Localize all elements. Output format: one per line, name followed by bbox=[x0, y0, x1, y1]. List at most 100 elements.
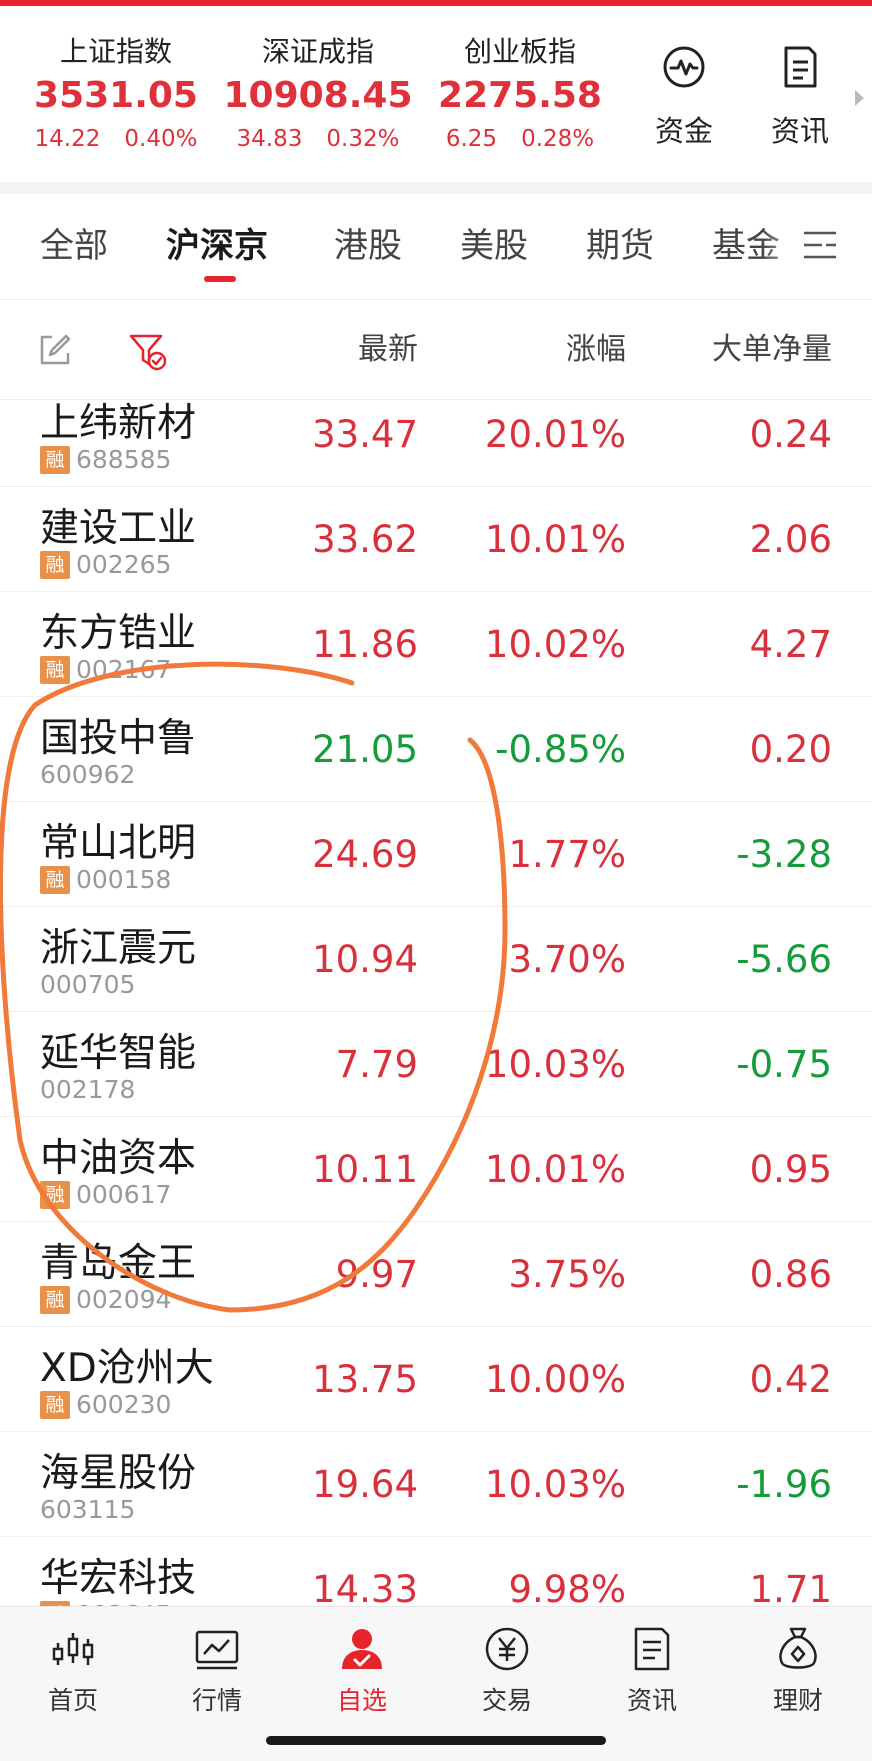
section-gap bbox=[0, 182, 872, 194]
stock-name: 常山北明 bbox=[40, 821, 197, 866]
stock-code: 002265 bbox=[76, 550, 172, 579]
stock-change-pct: 10.03% bbox=[484, 1463, 626, 1506]
margin-badge: 融 bbox=[40, 866, 70, 894]
table-row[interactable]: 华宏科技融00264514.339.98%1.71 bbox=[0, 1537, 872, 1606]
stock-list[interactable]: 上纬新材融 688585 33.47 20.01% 0.24 建设工业融 002265 33.… bbox=[0, 400, 872, 1606]
stock-code-line: 600962 bbox=[40, 761, 135, 789]
index-change: 14.22 bbox=[34, 126, 101, 152]
index-name: 上证指数 bbox=[59, 35, 172, 68]
nav-market[interactable]: 行情 bbox=[157, 1625, 277, 1717]
index-change: 34.83 bbox=[236, 126, 303, 152]
column-latest[interactable]: 最新 bbox=[358, 300, 418, 400]
stock-price: 7.79 bbox=[335, 1043, 418, 1086]
stock-price: 10.11 bbox=[312, 1148, 418, 1191]
table-row[interactable]: 青岛金王融 002094 9.97 3.75% 0.86 bbox=[0, 1222, 872, 1327]
nav-label: 资讯 bbox=[626, 1686, 677, 1715]
table-row[interactable]: 延华智能 002178 7.79 10.03% -0.75 bbox=[0, 1012, 872, 1117]
nav-home[interactable]: 首页 bbox=[13, 1625, 133, 1717]
stock-big-order-net: 0.86 bbox=[749, 1253, 832, 1296]
stock-change-pct: 10.00% bbox=[484, 1358, 626, 1401]
stock-price: 33.47 bbox=[312, 413, 418, 456]
tab-us-stocks[interactable]: 美股 bbox=[460, 194, 528, 299]
stock-code: 000705 bbox=[40, 970, 136, 999]
stock-name: 建设工业 bbox=[40, 506, 197, 551]
index-shanghai[interactable]: 上证指数 3531.05 14.22 0.40% bbox=[16, 32, 216, 158]
index-name: 深证成指 bbox=[261, 35, 374, 68]
yuan-coin-icon bbox=[485, 1627, 529, 1671]
nav-watchlist[interactable]: 自选 bbox=[302, 1625, 422, 1717]
index-shenzhen[interactable]: 深证成指 10908.45 34.83 0.32% bbox=[218, 32, 418, 158]
stock-name: 青岛金王 bbox=[40, 1241, 197, 1286]
index-change: 6.25 bbox=[445, 126, 498, 152]
stock-code-line: 603115 bbox=[40, 1496, 135, 1524]
stock-change-pct: 10.02% bbox=[484, 623, 626, 666]
stock-change-pct: 9.98% bbox=[508, 1568, 626, 1606]
stock-change-pct: 3.75% bbox=[508, 1253, 626, 1296]
stock-name: 国投中鲁 bbox=[40, 716, 197, 761]
stock-code: 000158 bbox=[76, 865, 172, 894]
watchlist-user-icon bbox=[342, 1629, 382, 1669]
edit-icon[interactable] bbox=[38, 333, 72, 367]
tab-menu-icon[interactable] bbox=[802, 230, 838, 260]
tab-hk-stocks[interactable]: 港股 bbox=[334, 194, 402, 299]
nav-label: 行情 bbox=[191, 1686, 242, 1715]
stock-change-pct: 10.01% bbox=[484, 1148, 626, 1191]
capital-flow-button[interactable]: 资金 bbox=[629, 44, 739, 150]
stock-big-order-net: 0.42 bbox=[749, 1358, 832, 1401]
tab-all[interactable]: 全部 bbox=[40, 194, 108, 299]
stock-change-pct: 10.03% bbox=[484, 1043, 626, 1086]
stock-big-order-net: -5.66 bbox=[736, 938, 832, 981]
news-doc-icon bbox=[634, 1627, 670, 1671]
stock-code-line: 融 000617 bbox=[40, 1181, 171, 1209]
nav-trade[interactable]: 交易 bbox=[447, 1625, 567, 1717]
table-row[interactable]: 上纬新材融 688585 33.47 20.01% 0.24 bbox=[0, 400, 872, 487]
news-button[interactable]: 资讯 bbox=[745, 44, 855, 150]
tab-futures[interactable]: 期货 bbox=[586, 194, 654, 299]
index-pct: 0.28% bbox=[521, 126, 595, 152]
home-indicator bbox=[266, 1736, 606, 1745]
index-pct: 0.40% bbox=[124, 126, 198, 152]
stock-code: 002167 bbox=[76, 655, 172, 684]
chevron-right-icon[interactable] bbox=[855, 90, 864, 106]
filter-icon[interactable] bbox=[128, 331, 168, 371]
market-tabs: 全部 沪深京 港股 美股 期货 基金 bbox=[0, 194, 872, 300]
stock-code: 002178 bbox=[40, 1075, 136, 1104]
index-chinext[interactable]: 创业板指 2275.58 6.25 0.28% bbox=[420, 32, 620, 158]
market-chart-icon bbox=[195, 1630, 239, 1670]
table-row[interactable]: 建设工业融 002265 33.62 10.01% 2.06 bbox=[0, 487, 872, 592]
stock-big-order-net: 1.71 bbox=[749, 1568, 832, 1606]
stock-name: 中油资本 bbox=[40, 1136, 197, 1181]
table-row[interactable]: 国投中鲁 600962 21.05 -0.85% 0.20 bbox=[0, 697, 872, 802]
index-value: 2275.58 bbox=[438, 75, 602, 116]
nav-wealth[interactable]: 理财 bbox=[738, 1625, 858, 1717]
margin-badge: 融 bbox=[40, 446, 70, 474]
stock-big-order-net: -3.28 bbox=[736, 833, 832, 876]
column-big-order-net[interactable]: 大单净量 bbox=[712, 300, 832, 400]
stock-code-line: 融 000158 bbox=[40, 866, 171, 894]
table-row[interactable]: XD沧州大融 600230 13.75 10.00% 0.42 bbox=[0, 1327, 872, 1432]
margin-badge: 融 bbox=[40, 1286, 70, 1314]
stock-big-order-net: 0.24 bbox=[749, 413, 832, 456]
index-name: 创业板指 bbox=[463, 35, 576, 68]
stock-price: 13.75 bbox=[312, 1358, 418, 1401]
table-row[interactable]: 浙江震元 000705 10.94 3.70% -5.66 bbox=[0, 907, 872, 1012]
margin-badge: 融 bbox=[40, 551, 70, 579]
tab-hushenjing[interactable]: 沪深京 bbox=[166, 194, 268, 299]
nav-label: 理财 bbox=[772, 1686, 823, 1715]
stock-code-line: 融 002094 bbox=[40, 1286, 171, 1314]
stock-name: 浙江震元 bbox=[40, 926, 197, 971]
stock-code: 600962 bbox=[40, 760, 136, 789]
table-row[interactable]: 东方锆业融 002167 11.86 10.02% 4.27 bbox=[0, 592, 872, 697]
column-change-pct[interactable]: 涨幅 bbox=[566, 300, 626, 400]
capital-flow-label: 资金 bbox=[654, 114, 713, 148]
stock-big-order-net: 2.06 bbox=[749, 518, 832, 561]
table-row[interactable]: 中油资本融 000617 10.11 10.01% 0.95 bbox=[0, 1117, 872, 1222]
nav-news[interactable]: 资讯 bbox=[592, 1625, 712, 1717]
stock-change-pct: 10.01% bbox=[484, 518, 626, 561]
stock-name: 上纬新材 bbox=[40, 401, 197, 446]
stock-change-pct: -0.85% bbox=[495, 728, 626, 771]
capital-flow-icon bbox=[663, 46, 705, 88]
table-row[interactable]: 海星股份 603115 19.64 10.03% -1.96 bbox=[0, 1432, 872, 1537]
stock-code-line: 融 688585 bbox=[40, 446, 171, 474]
table-row[interactable]: 常山北明融 000158 24.69 1.77% -3.28 bbox=[0, 802, 872, 907]
